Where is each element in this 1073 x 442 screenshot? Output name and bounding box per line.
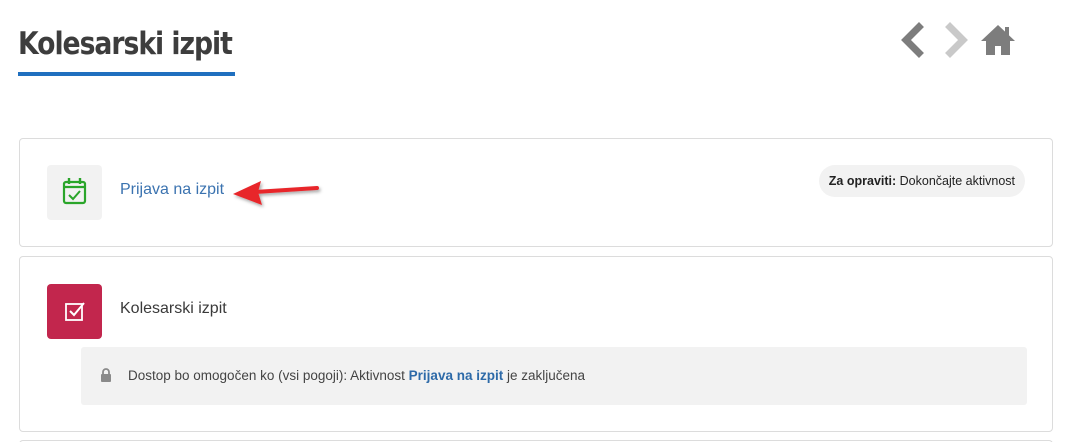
title-underline bbox=[18, 72, 235, 76]
lock-icon bbox=[101, 368, 111, 382]
activity-card-prijava: Prijava na izpit Za opraviti: Dokončajte… bbox=[19, 138, 1053, 247]
chevron-right-icon[interactable] bbox=[936, 20, 976, 60]
page-title: Kolesarski izpit bbox=[18, 26, 233, 62]
access-restriction: Dostop bo omogočen ko (vsi pogoji): Akti… bbox=[81, 347, 1027, 405]
activity-icon-box bbox=[47, 165, 102, 220]
activity-name-quiz[interactable]: Kolesarski izpit bbox=[120, 300, 227, 318]
restriction-prefix: Dostop bo omogočen ko (vsi pogoji): Akti… bbox=[128, 368, 405, 383]
activity-card-quiz: Kolesarski izpit Dostop bo omogočen ko (… bbox=[19, 256, 1053, 432]
calendar-check-icon bbox=[62, 178, 87, 205]
course-navigation bbox=[896, 20, 1018, 60]
restriction-suffix: je zaključena bbox=[506, 368, 586, 383]
chevron-left-icon[interactable] bbox=[896, 20, 930, 60]
activity-icon-box bbox=[47, 284, 102, 339]
page: Kolesarski izpit Prijava na izpit Za opr… bbox=[0, 0, 1073, 442]
activity-link-prijava[interactable]: Prijava na izpit bbox=[120, 181, 224, 199]
home-icon[interactable] bbox=[978, 20, 1018, 60]
checkbox-icon bbox=[65, 302, 85, 321]
completion-value: Dokončajte aktivnost bbox=[899, 174, 1015, 188]
completion-label: Za opraviti: bbox=[828, 174, 897, 188]
annotation-arrow-icon bbox=[233, 181, 319, 205]
restriction-text: Dostop bo omogočen ko (vsi pogoji): Akti… bbox=[128, 347, 585, 405]
completion-badge: Za opraviti: Dokončajte aktivnost bbox=[818, 165, 1025, 197]
page-header: Kolesarski izpit bbox=[18, 22, 267, 76]
restriction-activity-link[interactable]: Prijava na izpit bbox=[409, 368, 504, 383]
